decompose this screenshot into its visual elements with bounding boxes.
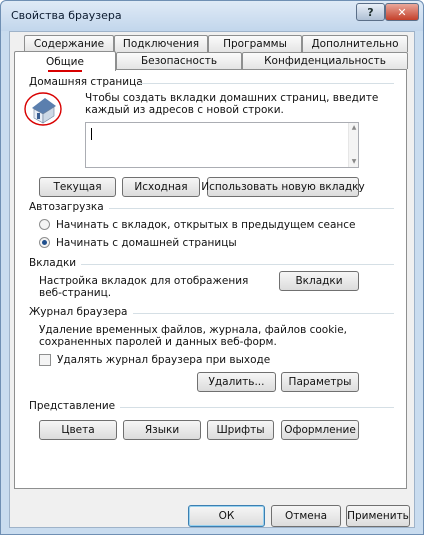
startup-home-page-radio[interactable] [39,237,50,248]
apply-button[interactable]: Применить [346,505,410,527]
tab-connections[interactable]: Подключения [114,35,208,52]
tab-advanced[interactable]: Дополнительно [302,35,408,52]
history-settings-button[interactable]: Параметры [281,372,359,392]
help-icon: ? [367,5,374,19]
delete-history-on-exit-label[interactable]: Удалять журнал браузера при выходе [57,354,270,366]
tab-programs[interactable]: Программы [208,35,302,52]
close-button[interactable]: ✕ [385,3,419,21]
close-icon: ✕ [397,5,407,19]
tabs-group-label: Вкладки [29,257,77,269]
title-bar[interactable]: Свойства браузера ? ✕ [1,1,423,31]
tab-privacy[interactable]: Конфиденциальность [242,52,408,69]
group-divider [120,407,394,408]
use-current-button[interactable]: Текущая [39,177,116,197]
tabs-description-line2: веб-страниц. [39,287,112,299]
startup-previous-session-label[interactable]: Начинать с вкладок, открытых в предыдуще… [56,219,356,231]
group-divider [109,208,394,209]
scroll-up-icon[interactable]: ▲ [350,124,358,132]
use-default-button[interactable]: Исходная [122,177,200,197]
tab-content[interactable]: Содержание [24,35,114,52]
delete-history-button[interactable]: Удалить... [197,372,276,392]
group-divider [81,264,394,265]
home-page-description-line2: каждый из адресов с новой строки. [85,104,284,116]
window-title: Свойства браузера [11,9,122,22]
help-button[interactable]: ? [356,3,385,21]
startup-home-page-label[interactable]: Начинать с домашней страницы [56,237,237,249]
browser-properties-window: Свойства браузера ? ✕ Содержание Подключ… [0,0,424,535]
cancel-button[interactable]: Отмена [271,505,341,527]
text-caret [91,128,92,140]
startup-group-label: Автозагрузка [29,201,104,213]
red-underline-annotation [48,70,82,72]
general-tab-panel: Домашняя страница Чтобы создать вкладки … [14,69,407,489]
history-description-line1: Удаление временных файлов, журнала, файл… [39,324,348,336]
dialog-body: Содержание Подключения Программы Дополни… [9,31,415,528]
use-new-tab-button[interactable]: Использовать новую вкладку [201,177,365,197]
home-page-icon [24,92,62,126]
history-description-line2: сохраненных паролей и данных веб-форм. [39,336,277,348]
colors-button[interactable]: Цвета [39,420,117,440]
tabs-settings-button[interactable]: Вкладки [279,271,359,291]
group-divider [140,83,394,84]
tab-general[interactable]: Общие [14,51,116,71]
fonts-button[interactable]: Шрифты [207,420,274,440]
group-divider [133,313,394,314]
tab-security[interactable]: Безопасность [116,52,242,69]
tabs-description-line1: Настройка вкладок для отображения [39,275,249,287]
startup-previous-session-radio[interactable] [39,219,50,230]
appearance-group-label: Представление [29,400,116,412]
history-group-label: Журнал браузера [29,306,128,318]
languages-button[interactable]: Языки [123,420,201,440]
delete-history-on-exit-checkbox[interactable] [39,354,51,366]
home-page-url-input[interactable]: ▲ ▼ [85,122,359,168]
ok-button[interactable]: ОК [188,505,265,527]
home-page-description-line1: Чтобы создать вкладки домашних страниц, … [85,92,379,104]
home-page-group-label: Домашняя страница [29,76,143,88]
scroll-down-icon[interactable]: ▼ [350,158,358,166]
accessibility-button[interactable]: Оформление [281,420,359,440]
url-input-scrollbar[interactable]: ▲ ▼ [348,123,358,167]
